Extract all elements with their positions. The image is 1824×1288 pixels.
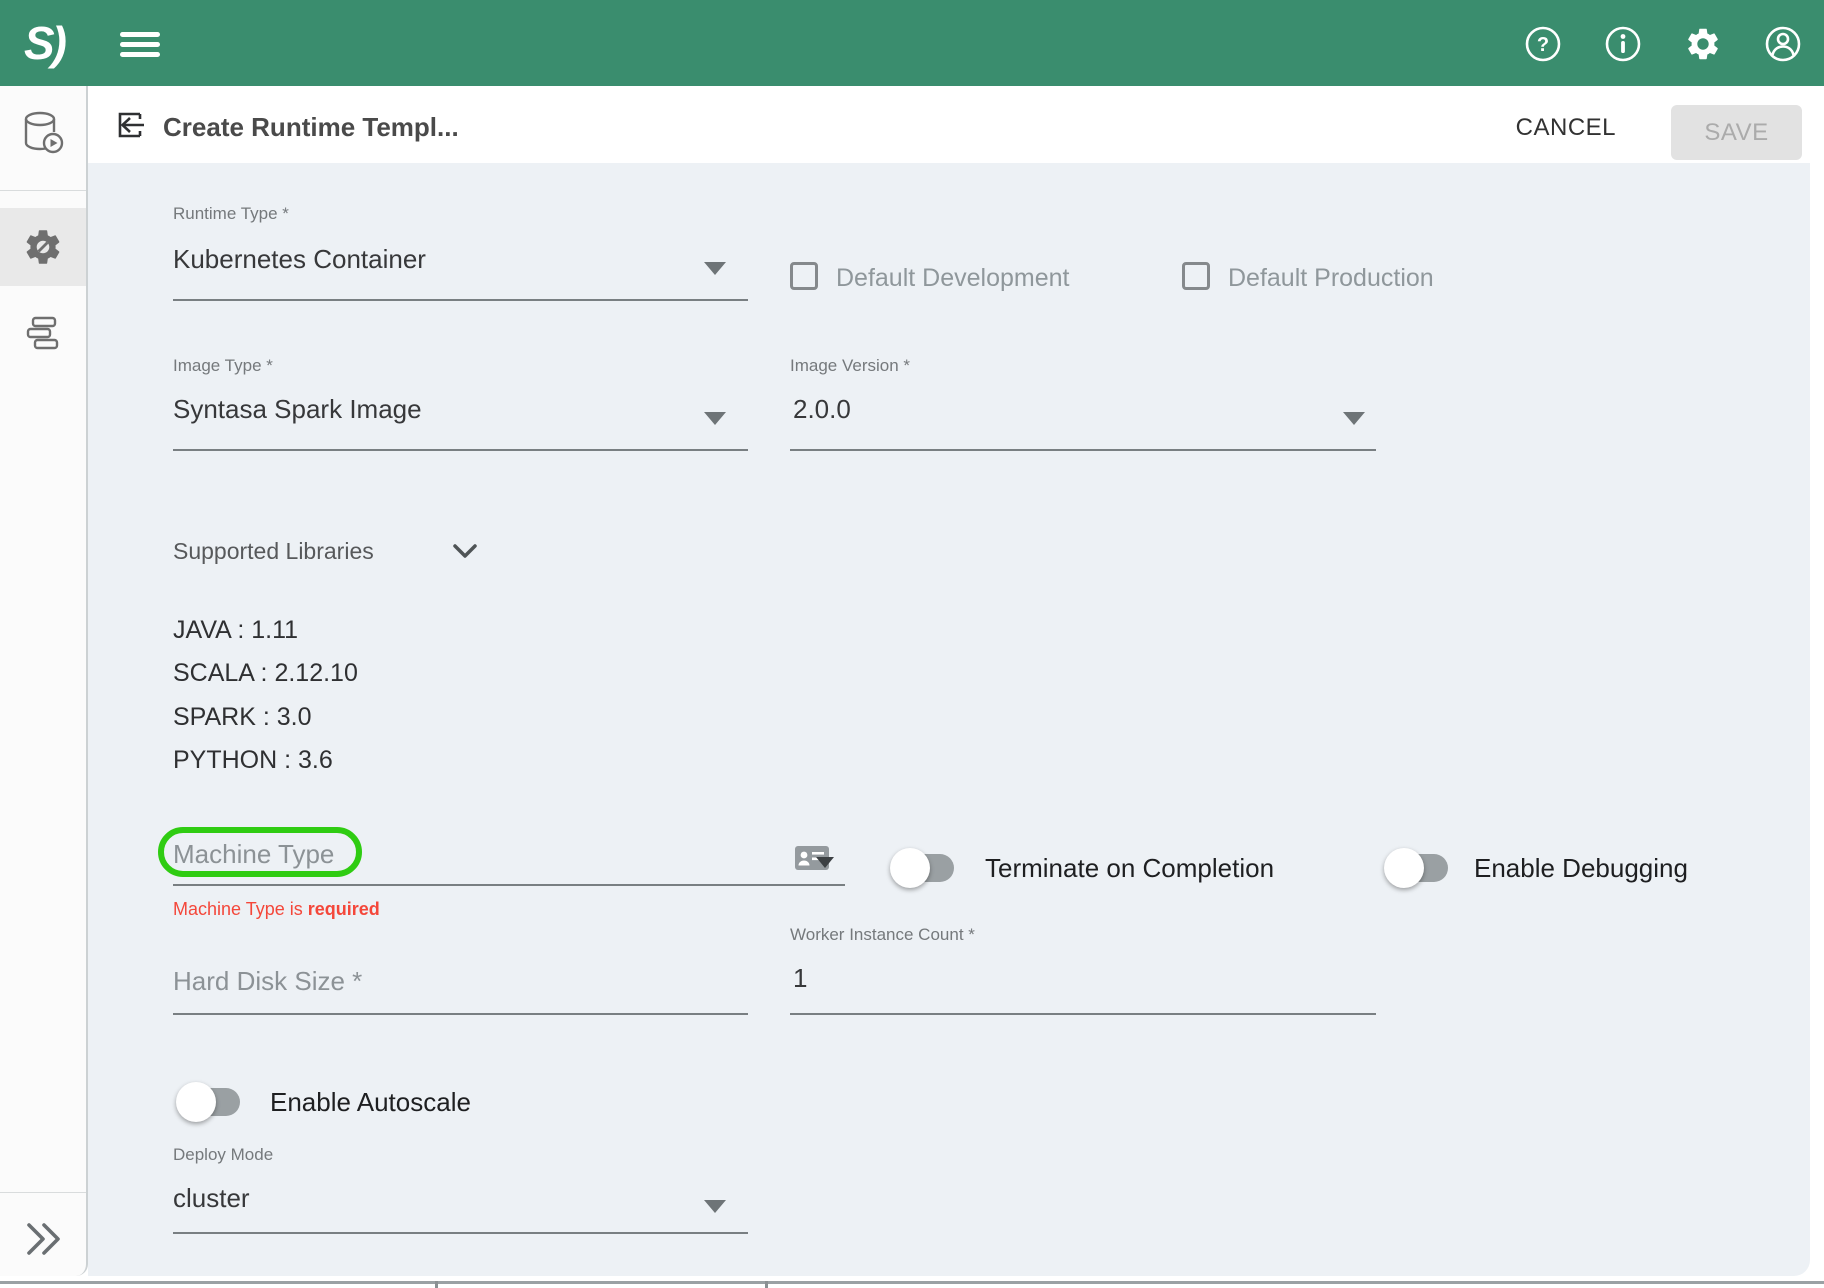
enable-autoscale-toggle[interactable] — [180, 1088, 240, 1116]
image-version-value[interactable]: 2.0.0 — [793, 396, 851, 422]
image-version-underline — [790, 449, 1376, 451]
sidebar — [0, 86, 88, 1276]
deploy-mode-underline — [173, 1232, 748, 1234]
runtime-type-underline — [173, 299, 748, 301]
default-development-checkbox[interactable] — [790, 262, 818, 290]
deploy-mode-label: Deploy Mode — [173, 1146, 273, 1163]
save-button[interactable]: SAVE — [1671, 105, 1802, 160]
back-icon[interactable] — [113, 108, 147, 142]
image-version-label: Image Version * — [790, 357, 910, 374]
terminate-on-completion-toggle[interactable] — [894, 854, 954, 882]
chevron-down-icon[interactable] — [450, 542, 480, 562]
library-spark: SPARK : 3.0 — [173, 705, 312, 730]
menu-icon[interactable] — [120, 32, 160, 56]
table-column-divider — [765, 1281, 768, 1288]
settings-wrench-icon — [22, 226, 64, 268]
default-production-checkbox[interactable] — [1182, 262, 1210, 290]
runtime-type-label: Runtime Type * — [173, 205, 289, 222]
syntasa-logo: S) — [24, 16, 64, 70]
sidebar-item-processes[interactable] — [0, 298, 86, 368]
deploy-mode-value[interactable]: cluster — [173, 1185, 250, 1211]
machine-type-underline — [173, 884, 845, 886]
account-icon[interactable] — [1764, 25, 1802, 63]
library-java: JAVA : 1.11 — [173, 618, 298, 643]
machine-type-input[interactable]: Machine Type — [173, 841, 334, 867]
page-title: Create Runtime Templ... — [163, 112, 459, 143]
enable-debugging-toggle[interactable] — [1388, 854, 1448, 882]
image-type-value[interactable]: Syntasa Spark Image — [173, 396, 422, 422]
library-scala: SCALA : 2.12.10 — [173, 661, 358, 686]
app-header: S) ? — [0, 0, 1824, 86]
chevron-down-icon[interactable] — [704, 1200, 726, 1213]
form-toolbar: Create Runtime Templ... CANCEL SAVE — [88, 86, 1824, 163]
chevron-down-icon[interactable] — [1343, 412, 1365, 425]
runtime-template-form: Runtime Type * Kubernetes Container Defa… — [88, 163, 1810, 1276]
runtime-type-value[interactable]: Kubernetes Container — [173, 246, 426, 272]
chevron-down-icon[interactable] — [704, 412, 726, 425]
library-python: PYTHON : 3.6 — [173, 748, 333, 773]
settings-icon[interactable] — [1684, 25, 1722, 63]
content-below-divider — [0, 1281, 1824, 1284]
enable-debugging-label[interactable]: Enable Debugging — [1474, 855, 1688, 881]
default-production-label[interactable]: Default Production — [1228, 266, 1434, 291]
sidebar-item-datasets[interactable] — [0, 98, 86, 168]
image-type-label: Image Type * — [173, 357, 273, 374]
supported-libraries-header[interactable]: Supported Libraries — [173, 540, 374, 563]
table-column-divider — [435, 1281, 438, 1288]
chevron-down-icon[interactable] — [704, 262, 726, 275]
info-icon[interactable] — [1604, 25, 1642, 63]
hard-disk-size-input[interactable]: Hard Disk Size * — [173, 968, 362, 994]
sidebar-divider — [0, 1192, 86, 1193]
help-icon[interactable]: ? — [1524, 25, 1562, 63]
double-chevron-right-icon — [23, 1220, 63, 1258]
svg-text:?: ? — [1537, 34, 1549, 56]
sidebar-divider — [0, 190, 86, 191]
worker-instance-count-input[interactable]: 1 — [793, 965, 807, 991]
worker-instance-count-label: Worker Instance Count * — [790, 926, 975, 943]
sidebar-expand-button[interactable] — [0, 1206, 86, 1272]
database-run-icon — [20, 108, 66, 158]
terminate-on-completion-label[interactable]: Terminate on Completion — [985, 855, 1274, 881]
cancel-button[interactable]: CANCEL — [1516, 114, 1616, 142]
enable-autoscale-label[interactable]: Enable Autoscale — [270, 1089, 471, 1115]
worker-count-underline — [790, 1013, 1376, 1015]
default-development-label[interactable]: Default Development — [836, 266, 1069, 291]
sidebar-item-runtime-settings[interactable] — [0, 208, 86, 286]
contact-autocomplete-icon[interactable] — [795, 844, 835, 872]
machine-type-error: Machine Type is required — [173, 900, 380, 918]
app-window: Runtime Type * Kubernetes Container Defa… — [0, 0, 1824, 1288]
stack-icon — [24, 315, 62, 351]
hard-disk-underline — [173, 1013, 748, 1015]
image-type-underline — [173, 449, 748, 451]
